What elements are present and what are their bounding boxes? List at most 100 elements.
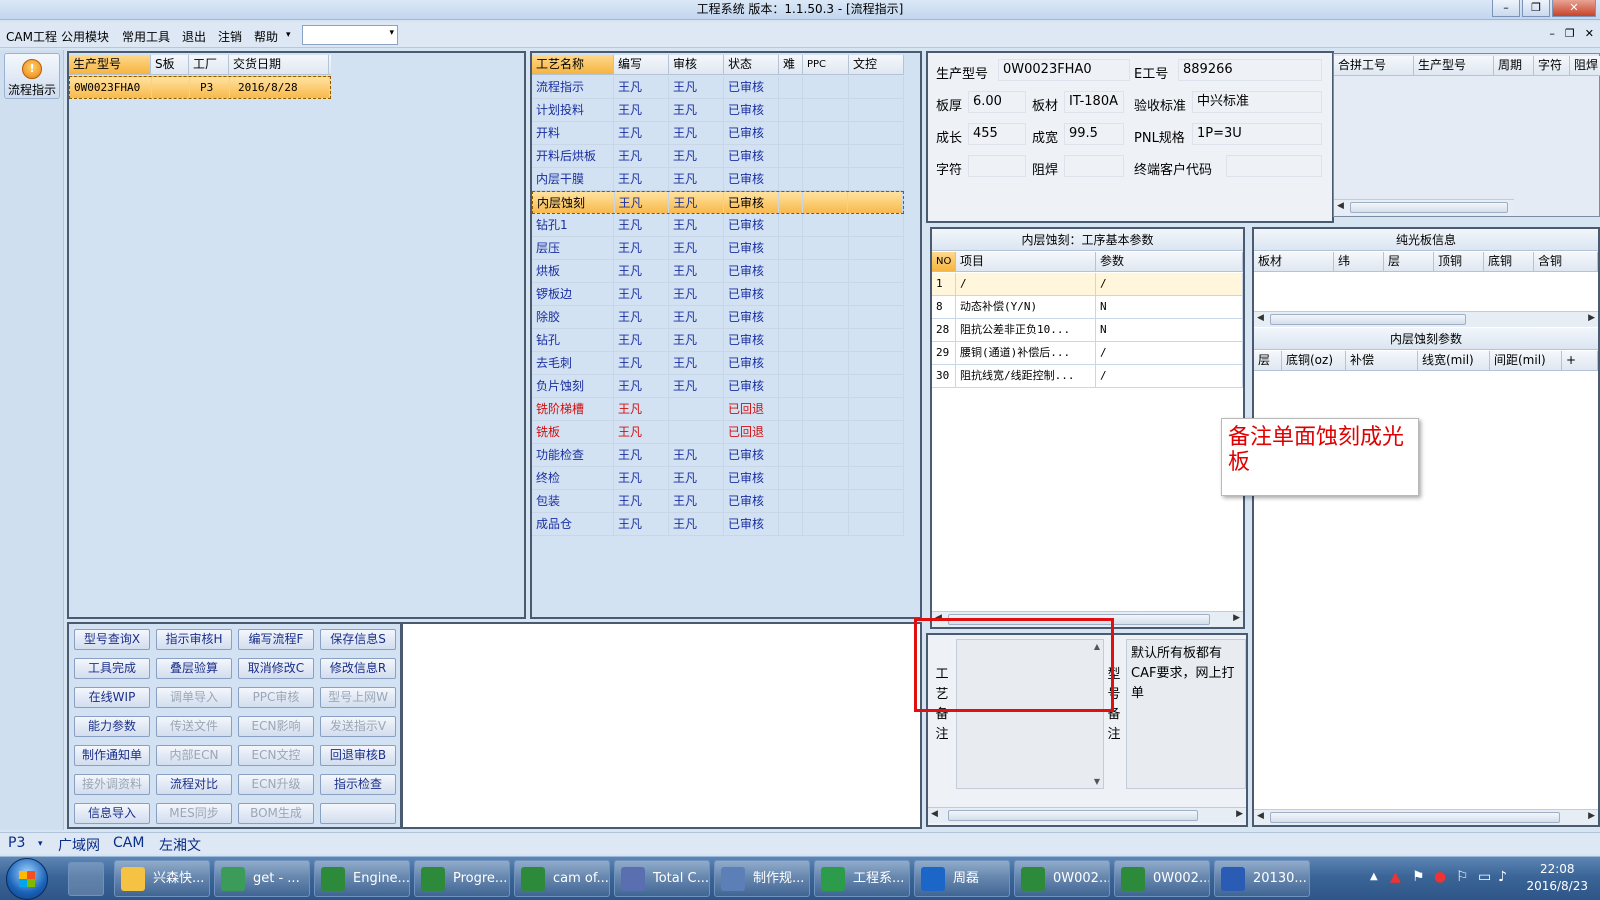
action-button-5-2[interactable]: ECN升级 bbox=[238, 774, 314, 795]
volume-icon[interactable]: ♪ bbox=[1498, 869, 1507, 885]
process-row[interactable]: 包装 王凡 王凡 已审核 bbox=[532, 490, 904, 513]
process-row[interactable]: 负片蚀刻 王凡 王凡 已审核 bbox=[532, 375, 904, 398]
menu-common-module[interactable]: 公用模块 bbox=[61, 28, 109, 45]
restore-icon[interactable]: ❐ bbox=[1522, 0, 1550, 17]
thickness-field[interactable]: 6.00 bbox=[968, 91, 1026, 113]
process-row[interactable]: 计划投料 王凡 王凡 已审核 bbox=[532, 99, 904, 122]
menu-exit[interactable]: 退出 bbox=[182, 28, 206, 45]
taskbar-item[interactable]: 周磊 bbox=[914, 860, 1010, 897]
minimize-icon[interactable]: – bbox=[1492, 0, 1520, 17]
col-board-material[interactable]: 板材 bbox=[1254, 252, 1334, 271]
process-row[interactable]: 开料后烘板 王凡 王凡 已审核 bbox=[532, 145, 904, 168]
col-factory[interactable]: 工厂 bbox=[189, 55, 229, 74]
col-ie-bottom-copper[interactable]: 底铜(oz) bbox=[1282, 351, 1346, 370]
process-row[interactable]: 开料 王凡 王凡 已审核 bbox=[532, 122, 904, 145]
action-button-2-1[interactable]: 调单导入 bbox=[156, 687, 232, 708]
col-status[interactable]: 状态 bbox=[724, 55, 779, 74]
tray-flag-icon[interactable]: ⚐ bbox=[1456, 869, 1469, 885]
scroll-left-icon[interactable]: ◀ bbox=[1337, 201, 1344, 211]
eno-field[interactable]: 889266 bbox=[1178, 59, 1322, 81]
action-button-5-3[interactable]: 指示检查 bbox=[320, 774, 396, 795]
col-doc-control[interactable]: 文控 bbox=[849, 55, 904, 74]
action-button-1-2[interactable]: 取消修改C bbox=[238, 658, 314, 679]
taskbar-item[interactable]: cam of... bbox=[514, 860, 610, 897]
ie-scroll-left-icon[interactable]: ◀ bbox=[1257, 811, 1264, 821]
tray-monitor-icon[interactable]: ▭ bbox=[1478, 869, 1491, 885]
process-row[interactable]: 除胶 王凡 王凡 已审核 bbox=[532, 306, 904, 329]
factory-selector[interactable]: P3 bbox=[8, 835, 25, 851]
col-param[interactable]: 参数 bbox=[1096, 252, 1243, 271]
taskbar-item[interactable]: 制作规... bbox=[714, 860, 810, 897]
params-scroll-right-icon[interactable]: ▶ bbox=[1233, 613, 1240, 623]
tray-expand-icon[interactable]: ▲ bbox=[1370, 871, 1378, 882]
bare-scroll-thumb[interactable] bbox=[1270, 314, 1466, 325]
action-button-4-0[interactable]: 制作通知单 bbox=[74, 745, 150, 766]
remarks-scroll-left-icon[interactable]: ◀ bbox=[931, 809, 938, 819]
order-row[interactable]: 0W0023FHA0 P3 2016/8/28 bbox=[69, 76, 331, 99]
clock[interactable]: 22:08 2016/8/23 bbox=[1526, 861, 1588, 895]
merge-scroll-thumb[interactable] bbox=[1350, 202, 1508, 213]
process-row[interactable]: 终检 王凡 王凡 已审核 bbox=[532, 467, 904, 490]
remarks-scroll-thumb[interactable] bbox=[948, 810, 1198, 821]
taskbar-item[interactable]: Engine... bbox=[314, 860, 410, 897]
process-row[interactable]: 层压 王凡 王凡 已审核 bbox=[532, 237, 904, 260]
taskbar-item[interactable]: 0W002... bbox=[1114, 860, 1210, 897]
character-field[interactable] bbox=[968, 155, 1026, 177]
factory-dropdown-icon[interactable]: ▾ bbox=[38, 839, 43, 849]
action-button-6-1[interactable]: MES同步 bbox=[156, 803, 232, 824]
model-field[interactable]: 0W0023FHA0 bbox=[998, 59, 1130, 81]
customer-code-field[interactable] bbox=[1226, 155, 1322, 177]
action-button-6-2[interactable]: BOM生成 bbox=[238, 803, 314, 824]
process-row[interactable]: 锣板边 王凡 王凡 已审核 bbox=[532, 283, 904, 306]
flow-indicate-button[interactable]: ! 流程指示 bbox=[4, 53, 60, 99]
col-delivery-date[interactable]: 交货日期 bbox=[229, 55, 329, 74]
menu-logout[interactable]: 注销 bbox=[218, 28, 242, 45]
process-row[interactable]: 内层蚀刻 王凡 王凡 已审核 bbox=[532, 191, 904, 214]
col-ie-line-width[interactable]: 线宽(mil) bbox=[1418, 351, 1490, 370]
merge-scrollbar[interactable]: ◀ bbox=[1334, 199, 1514, 215]
col-no[interactable]: NO bbox=[932, 252, 956, 271]
col-weft[interactable]: 纬 bbox=[1334, 252, 1384, 271]
length-field[interactable]: 455 bbox=[968, 123, 1026, 145]
col-ie-layer[interactable]: 层 bbox=[1254, 351, 1282, 370]
col-writer[interactable]: 编写 bbox=[614, 55, 669, 74]
mdi-restore-icon[interactable]: ❐ bbox=[1565, 27, 1575, 40]
col-merge-char[interactable]: 字符 bbox=[1534, 56, 1570, 75]
process-row[interactable]: 烘板 王凡 王凡 已审核 bbox=[532, 260, 904, 283]
col-merge-mask[interactable]: 阻焊 bbox=[1570, 56, 1600, 75]
mdi-minimize-icon[interactable]: – bbox=[1549, 27, 1555, 40]
action-button-4-2[interactable]: ECN文控 bbox=[238, 745, 314, 766]
action-button-2-3[interactable]: 型号上网W bbox=[320, 687, 396, 708]
tray-security-icon[interactable]: ● bbox=[1434, 869, 1446, 885]
process-row[interactable]: 去毛刺 王凡 王凡 已审核 bbox=[532, 352, 904, 375]
action-button-1-1[interactable]: 叠层验算 bbox=[156, 658, 232, 679]
taskbar-item[interactable]: 工程系... bbox=[814, 860, 910, 897]
process-row[interactable]: 内层干膜 王凡 王凡 已审核 bbox=[532, 168, 904, 191]
menu-help[interactable]: 帮助 bbox=[254, 28, 278, 45]
mdi-close-icon[interactable]: ✕ bbox=[1585, 27, 1594, 40]
action-button-0-1[interactable]: 指示审核H bbox=[156, 629, 232, 650]
taskbar-item[interactable]: 0W002... bbox=[1014, 860, 1110, 897]
calculator-icon[interactable] bbox=[68, 862, 104, 896]
col-layer[interactable]: 层 bbox=[1384, 252, 1434, 271]
col-ie-compensation[interactable]: 补偿 bbox=[1346, 351, 1418, 370]
action-button-0-3[interactable]: 保存信息S bbox=[320, 629, 396, 650]
col-process-name[interactable]: 工艺名称 bbox=[532, 55, 614, 74]
standard-field[interactable]: 中兴标准 bbox=[1192, 91, 1322, 113]
close-icon[interactable]: ✕ bbox=[1552, 0, 1596, 17]
pnl-field[interactable]: 1P=3U bbox=[1192, 123, 1322, 145]
action-button-4-3[interactable]: 回退审核B bbox=[320, 745, 396, 766]
param-row[interactable]: 29 腰铜(通道)补偿后... / bbox=[932, 342, 1243, 365]
remarks-scroll-right-icon[interactable]: ▶ bbox=[1236, 809, 1243, 819]
action-button-3-1[interactable]: 传送文件 bbox=[156, 716, 232, 737]
action-button-1-0[interactable]: 工具完成 bbox=[74, 658, 150, 679]
tray-app-icon[interactable]: ▲ bbox=[1390, 869, 1401, 885]
process-row[interactable]: 流程指示 王凡 王凡 已审核 bbox=[532, 76, 904, 99]
col-difficulty[interactable]: 难 bbox=[779, 55, 803, 74]
col-model[interactable]: 生产型号 bbox=[69, 55, 151, 74]
process-row[interactable]: 钻孔1 王凡 王凡 已审核 bbox=[532, 214, 904, 237]
action-button-5-1[interactable]: 流程对比 bbox=[156, 774, 232, 795]
action-button-6-3[interactable] bbox=[320, 803, 396, 824]
bare-scroll-left-icon[interactable]: ◀ bbox=[1257, 313, 1264, 323]
action-button-0-0[interactable]: 型号查询X bbox=[74, 629, 150, 650]
